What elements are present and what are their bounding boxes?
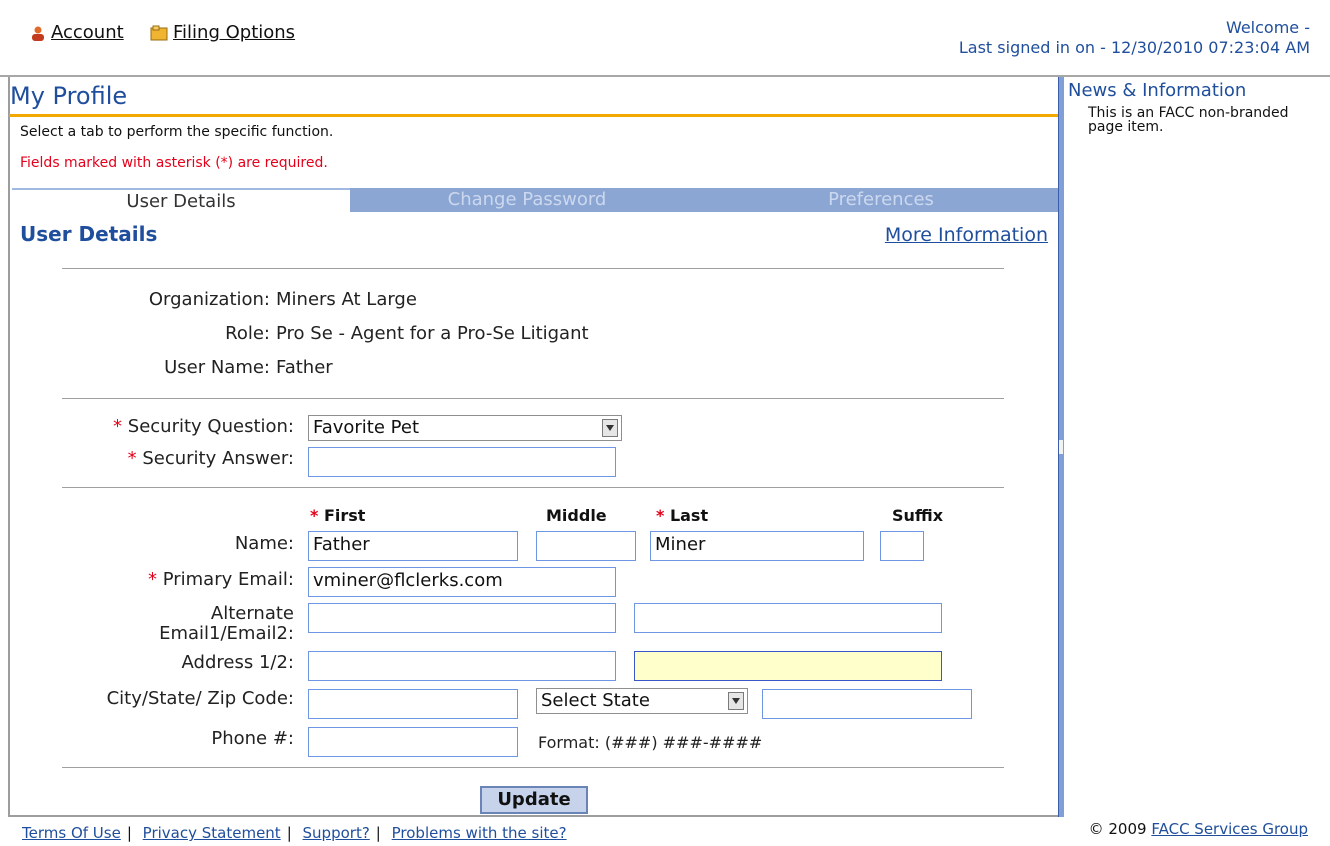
phone-format-hint: Format: (###) ###-#### [538, 733, 763, 752]
middle-name-input[interactable] [536, 531, 636, 561]
tab-user-details-label: User Details [126, 191, 236, 212]
instruction-text: Select a tab to perform the specific fun… [20, 124, 334, 140]
primary-email-label: * Primary Email: [40, 569, 294, 590]
chevron-down-icon[interactable] [728, 692, 744, 710]
footer-separator: | [286, 824, 292, 842]
phone-label: Phone #: [211, 728, 294, 749]
username-value: Father [276, 357, 333, 378]
tab-change-password-label: Change Password [447, 189, 607, 210]
sidebar-text: This is an FACC non-branded page item. [1088, 105, 1289, 135]
folder-icon [150, 25, 168, 40]
first-name-header: * First [310, 506, 365, 525]
support-link[interactable]: Support? [303, 824, 370, 842]
role-label: Role: [225, 323, 270, 344]
divider [62, 398, 1004, 399]
middle-name-header: Middle [546, 506, 607, 525]
divider [62, 268, 1004, 269]
required-asterisk: * [113, 416, 128, 437]
phone-input[interactable] [308, 727, 518, 757]
city-state-zip-label: City/State/ Zip Code: [106, 688, 294, 709]
user-icon [32, 26, 44, 41]
alternate-email-label-line1: Alternate [210, 603, 294, 624]
last-name-header: * Last [656, 506, 708, 525]
required-asterisk: * [127, 448, 143, 469]
security-question-text: Security Question: [127, 416, 294, 437]
security-question-selected: Favorite Pet [313, 417, 419, 438]
address2-input[interactable] [634, 651, 942, 681]
more-information-link[interactable]: More Information [885, 224, 1048, 246]
privacy-statement-link[interactable]: Privacy Statement [143, 824, 281, 842]
tab-preferences[interactable]: Preferences [704, 188, 1058, 212]
update-button[interactable]: Update [480, 786, 588, 814]
organization-value: Miners At Large [276, 289, 417, 310]
filing-options-menu[interactable]: Filing Options [150, 22, 295, 43]
address-label: Address 1/2: [181, 652, 294, 673]
first-header-text: First [323, 506, 366, 525]
problems-link[interactable]: Problems with the site? [392, 824, 567, 842]
primary-email-text: Primary Email: [162, 569, 294, 590]
security-question-label: * Security Question: [40, 416, 294, 437]
footer-separator: | [375, 824, 381, 842]
last-name-input[interactable]: Miner [650, 531, 864, 561]
tab-change-password[interactable]: Change Password [350, 188, 704, 212]
name-label: Name: [234, 533, 294, 554]
divider [62, 767, 1004, 768]
page-title: My Profile [10, 82, 128, 110]
welcome-text: Welcome - [1225, 18, 1310, 37]
copyright-prefix: © 2009 [1088, 820, 1147, 838]
suffix-input[interactable] [880, 531, 924, 561]
security-answer-text: Security Answer: [142, 448, 294, 469]
suffix-header: Suffix [892, 506, 944, 525]
alternate-email1-input[interactable] [308, 603, 616, 633]
splitter-handle[interactable] [1059, 440, 1063, 454]
required-asterisk: * [656, 506, 670, 525]
organization-label: Organization: [148, 289, 270, 310]
account-label[interactable]: Account [51, 22, 124, 43]
security-question-select[interactable]: Favorite Pet [308, 415, 622, 441]
zip-input[interactable] [762, 689, 972, 719]
required-asterisk: * [310, 506, 324, 525]
terms-of-use-link[interactable]: Terms Of Use [22, 824, 121, 842]
security-answer-label: * Security Answer: [40, 448, 294, 469]
facc-services-link[interactable]: FACC Services Group [1151, 820, 1308, 838]
welcome-block: Welcome - Last signed in on - 12/30/2010… [959, 18, 1310, 58]
filing-options-label[interactable]: Filing Options [173, 22, 295, 43]
primary-email-input[interactable]: vminer@flclerks.com [308, 567, 616, 597]
title-underline [9, 114, 1059, 117]
account-menu[interactable]: Account [30, 22, 124, 43]
tab-preferences-label: Preferences [828, 189, 934, 210]
last-header-text: Last [669, 506, 709, 525]
username-label: User Name: [164, 357, 270, 378]
tab-user-details[interactable]: User Details [12, 188, 350, 212]
address1-input[interactable] [308, 651, 616, 681]
sidebar-title: News & Information [1068, 80, 1247, 101]
footer-links: Terms Of Use | Privacy Statement | Support… [22, 824, 567, 842]
divider [62, 487, 1004, 488]
section-heading: User Details [20, 222, 158, 246]
state-select[interactable]: Select State [536, 688, 748, 714]
alternate-email-label: Alternate Email1/Email2: [60, 604, 294, 644]
copyright: © 2009 FACC Services Group [1089, 820, 1308, 838]
chevron-down-icon[interactable] [602, 419, 618, 437]
alternate-email-label-line2: Email1/Email2: [159, 623, 294, 644]
alternate-email2-input[interactable] [634, 603, 942, 633]
required-asterisk: * [147, 569, 163, 590]
security-answer-input[interactable] [308, 447, 616, 477]
last-signed-in: Last signed in on - 12/30/2010 07:23:04 … [958, 38, 1310, 57]
required-fields-note: Fields marked with asterisk (*) are requ… [20, 155, 328, 171]
footer-separator: | [126, 824, 132, 842]
city-input[interactable] [308, 689, 518, 719]
state-select-value: Select State [541, 690, 650, 711]
role-value: Pro Se - Agent for a Pro-Se Litigant [276, 323, 589, 344]
first-name-input[interactable]: Father [308, 531, 518, 561]
